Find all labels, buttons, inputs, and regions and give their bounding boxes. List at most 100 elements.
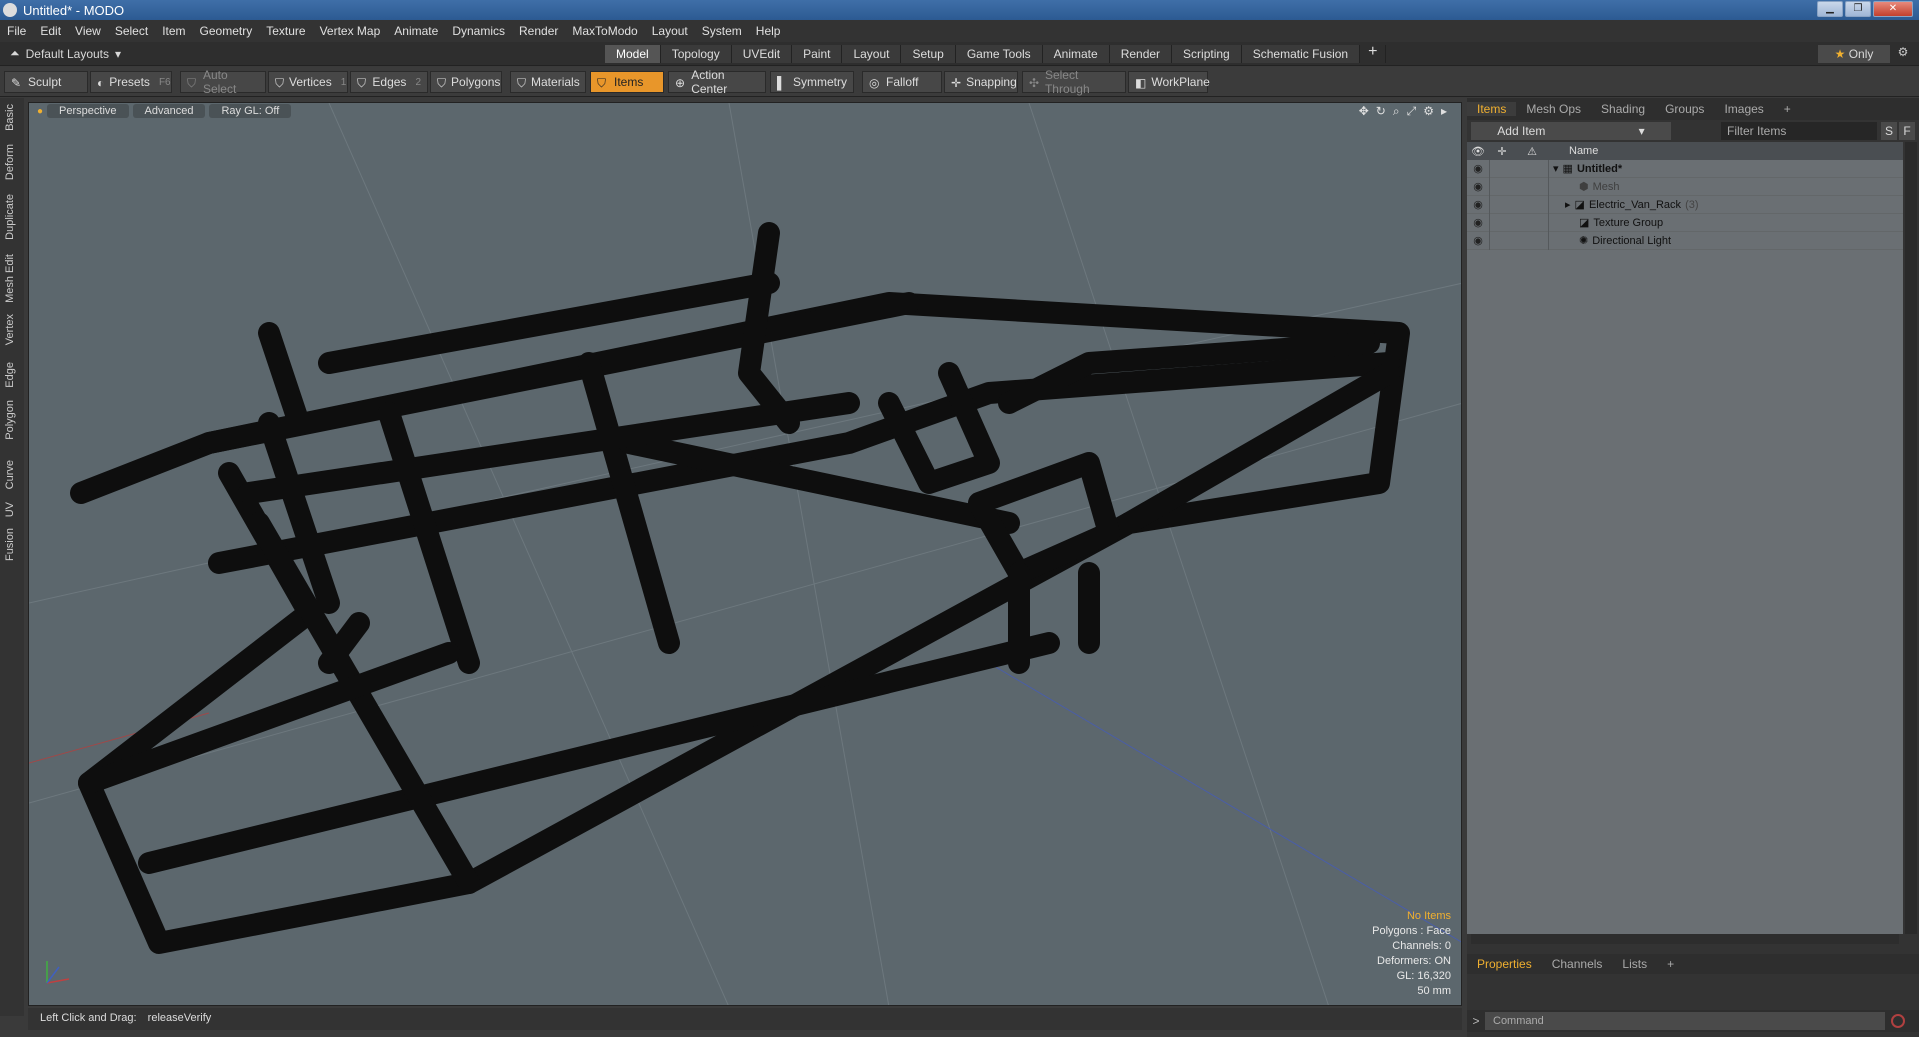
- tree-row-electric-van-rack[interactable]: ◉ ▸ ◪ Electric_Van_Rack (3): [1467, 195, 1903, 214]
- eye-icon[interactable]: ◉: [1467, 162, 1489, 175]
- add-item-dropdown[interactable]: Add Item ▾: [1471, 122, 1671, 140]
- filter-f-button[interactable]: F: [1899, 122, 1915, 140]
- left-tab-basic[interactable]: Basic: [4, 104, 16, 131]
- vertices-button[interactable]: ⛉ Vertices 1: [268, 71, 348, 93]
- 3d-viewport[interactable]: ● Perspective Advanced Ray GL: Off ✥ ↻ ⌕…: [28, 102, 1462, 1006]
- tab-paint[interactable]: Paint: [792, 45, 843, 63]
- menu-texture[interactable]: Texture: [259, 24, 312, 38]
- tab-scripting[interactable]: Scripting: [1172, 45, 1242, 63]
- tree-vertical-scrollbar[interactable]: [1905, 142, 1917, 934]
- tab-items[interactable]: Items: [1467, 102, 1517, 116]
- menu-edit[interactable]: Edit: [33, 24, 68, 38]
- tab-layout[interactable]: Layout: [842, 45, 902, 63]
- command-input[interactable]: Command: [1485, 1012, 1885, 1030]
- edges-button[interactable]: ⛉ Edges 2: [350, 71, 428, 93]
- rotate-view-icon[interactable]: ↻: [1376, 104, 1386, 119]
- falloff-button[interactable]: ◎ Falloff: [862, 71, 942, 93]
- only-button[interactable]: ★ Only: [1818, 45, 1890, 63]
- expand-arrow-icon[interactable]: ▸: [1565, 198, 1571, 211]
- left-tab-edge[interactable]: Edge: [4, 362, 16, 388]
- menu-maxtomodo[interactable]: MaxToModo: [565, 24, 644, 38]
- name-column-header[interactable]: Name: [1549, 145, 1598, 157]
- menu-file[interactable]: File: [0, 24, 33, 38]
- tree-row-scene[interactable]: ◉ ▾ ▦ Untitled*: [1467, 159, 1903, 178]
- left-tab-fusion[interactable]: Fusion: [4, 528, 16, 561]
- auto-select-button[interactable]: ⛉ Auto Select: [180, 68, 266, 96]
- eye-icon[interactable]: ◉: [1467, 234, 1489, 247]
- tree-horizontal-scrollbar[interactable]: [1471, 934, 1899, 944]
- tab-mesh-ops[interactable]: Mesh Ops: [1516, 102, 1591, 116]
- tab-topology[interactable]: Topology: [660, 45, 732, 63]
- eye-icon[interactable]: ◉: [1467, 198, 1489, 211]
- select-through-button[interactable]: ✣ Select Through: [1022, 68, 1126, 96]
- gear-icon[interactable]: ⚙: [1894, 45, 1912, 63]
- tab-animate[interactable]: Animate: [1042, 45, 1110, 63]
- menu-select[interactable]: Select: [108, 24, 155, 38]
- menu-vertex-map[interactable]: Vertex Map: [313, 24, 388, 38]
- eye-icon[interactable]: ◉: [1467, 216, 1489, 229]
- layouts-dropdown[interactable]: ⏶ Default Layouts ▾: [10, 46, 121, 61]
- van-rack-mesh[interactable]: [70, 222, 1410, 954]
- menu-system[interactable]: System: [695, 24, 749, 38]
- action-center-button[interactable]: ⊕ Action Center: [668, 68, 766, 96]
- viewport-gear-icon[interactable]: ⚙: [1423, 104, 1434, 119]
- menu-help[interactable]: Help: [749, 24, 788, 38]
- tab-lists[interactable]: Lists: [1612, 957, 1657, 971]
- menu-geometry[interactable]: Geometry: [193, 24, 260, 38]
- tab-uvedit[interactable]: UVEdit: [731, 45, 793, 63]
- tree-row-directional-light[interactable]: ◉ ✺ Directional Light: [1467, 231, 1903, 250]
- symmetry-button[interactable]: ▌ Symmetry: [770, 71, 854, 93]
- left-tab-deform[interactable]: Deform: [4, 144, 16, 180]
- close-button[interactable]: ✕: [1873, 1, 1913, 17]
- left-tab-polygon[interactable]: Polygon: [4, 400, 16, 440]
- left-tab-uv[interactable]: UV: [4, 502, 16, 517]
- tree-row-texture-group[interactable]: ◉ ◪ Texture Group: [1467, 213, 1903, 232]
- viewport-scene[interactable]: [29, 103, 1462, 1006]
- record-icon[interactable]: [1891, 1014, 1905, 1028]
- tree-row-mesh[interactable]: ◉ ⬢ Mesh: [1467, 177, 1903, 196]
- viewport-menu-icon[interactable]: ●: [37, 106, 43, 117]
- layouts-collapse-icon[interactable]: ⏶: [10, 46, 20, 61]
- tab-render[interactable]: Render: [1109, 45, 1173, 63]
- add-tab-icon[interactable]: +: [1360, 44, 1387, 63]
- menu-render[interactable]: Render: [512, 24, 565, 38]
- move-view-icon[interactable]: ✥: [1359, 104, 1369, 119]
- add-panel-tab-icon[interactable]: +: [1774, 102, 1801, 116]
- left-tab-curve[interactable]: Curve: [4, 460, 16, 489]
- items-button[interactable]: ⛉ Items: [590, 71, 664, 93]
- menu-layout[interactable]: Layout: [645, 24, 695, 38]
- tab-properties[interactable]: Properties: [1467, 957, 1542, 971]
- tab-game-tools[interactable]: Game Tools: [955, 45, 1043, 63]
- shading-mode-button[interactable]: Advanced: [132, 104, 206, 118]
- raygl-button[interactable]: Ray GL: Off: [209, 104, 292, 118]
- add-properties-tab-icon[interactable]: +: [1657, 957, 1684, 971]
- lock-column-icon[interactable]: ✛: [1489, 145, 1515, 158]
- menu-dynamics[interactable]: Dynamics: [445, 24, 512, 38]
- collapse-arrow-icon[interactable]: ▾: [1553, 162, 1559, 175]
- menu-view[interactable]: View: [68, 24, 108, 38]
- filter-items-input[interactable]: Filter Items: [1721, 122, 1877, 140]
- tab-schematic-fusion[interactable]: Schematic Fusion: [1241, 45, 1361, 63]
- left-tab-duplicate[interactable]: Duplicate: [4, 194, 16, 240]
- snapping-button[interactable]: ✛ Snapping: [944, 71, 1018, 93]
- materials-button[interactable]: ⛉ Materials: [510, 71, 586, 93]
- render-column-icon[interactable]: ⚠: [1515, 145, 1549, 158]
- tab-model[interactable]: Model: [605, 45, 661, 63]
- polygons-button[interactable]: ⛉ Polygons: [430, 71, 502, 93]
- minimize-button[interactable]: ▁: [1817, 1, 1843, 17]
- left-tab-mesh-edit[interactable]: Mesh Edit: [4, 254, 16, 303]
- tab-images[interactable]: Images: [1714, 102, 1773, 116]
- sculpt-button[interactable]: ✎ Sculpt: [4, 71, 88, 93]
- visibility-column-icon[interactable]: 👁: [1467, 145, 1489, 158]
- view-type-button[interactable]: Perspective: [47, 104, 129, 118]
- item-tree[interactable]: 👁 ✛ ⚠ Name ◉ ▾ ▦ Untitled* ◉ ⬢ Mesh ◉ ▸ …: [1467, 142, 1903, 934]
- menu-item[interactable]: Item: [155, 24, 192, 38]
- tab-setup[interactable]: Setup: [901, 45, 956, 63]
- left-tab-vertex[interactable]: Vertex: [4, 314, 16, 345]
- tab-shading[interactable]: Shading: [1591, 102, 1655, 116]
- menu-animate[interactable]: Animate: [387, 24, 445, 38]
- eye-icon[interactable]: ◉: [1467, 180, 1489, 193]
- tab-channels[interactable]: Channels: [1542, 957, 1613, 971]
- workplane-button[interactable]: ◧ WorkPlane: [1128, 71, 1210, 93]
- zoom-view-icon[interactable]: ⌕: [1393, 104, 1400, 119]
